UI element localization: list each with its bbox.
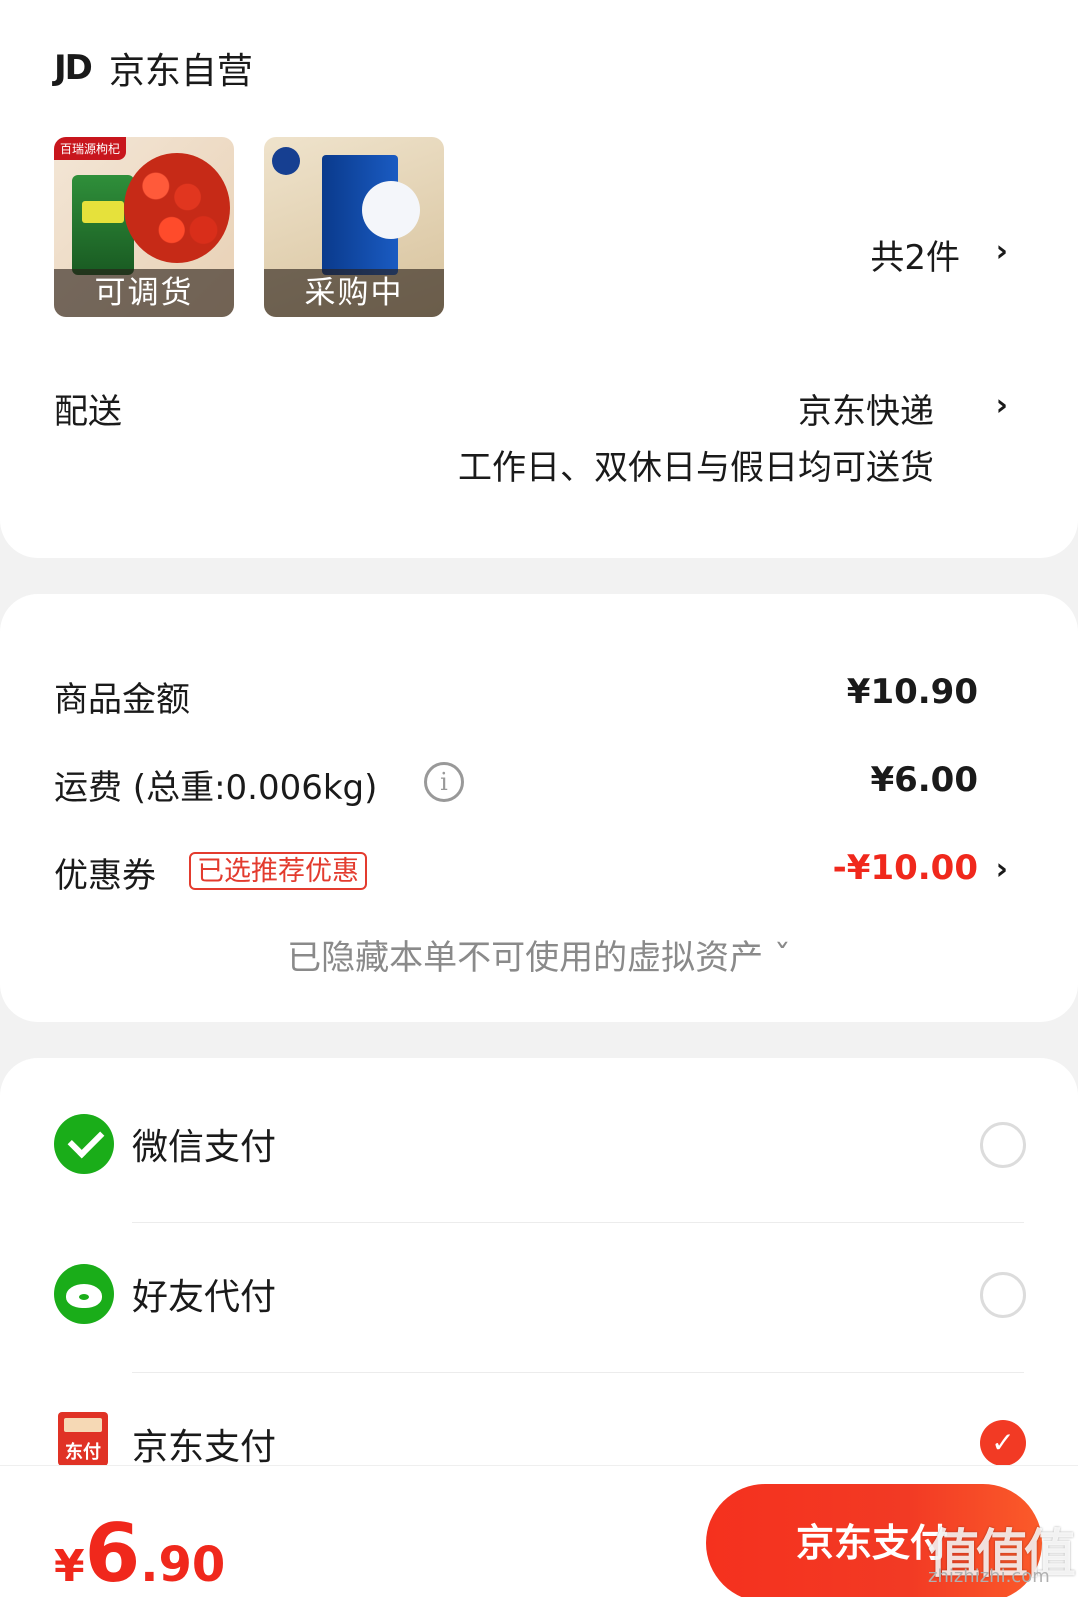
wechat-pay-icon: [54, 1114, 114, 1174]
payment-method-label[interactable]: 京东支付: [132, 1418, 276, 1470]
wechat-pay-radio[interactable]: [980, 1122, 1026, 1168]
delivery-note: 工作日、双休日与假日均可送货: [458, 448, 934, 488]
order-card: JD 京东自营 百瑞源枸杞 可调货 采购中 共2件 › 配送 京东快递 › 工作…: [0, 0, 1078, 558]
order-total: ¥ 6 .90: [54, 1514, 225, 1594]
chevron-right-icon[interactable]: ›: [996, 852, 1008, 887]
store-header[interactable]: JD 京东自营: [54, 42, 253, 94]
hidden-assets-toggle[interactable]: 已隐藏本单不可使用的虚拟资产 ˇ: [0, 930, 1078, 979]
jd-logo-icon: JD: [54, 48, 93, 88]
product-status-label: 可调货: [54, 269, 234, 317]
chevron-right-icon[interactable]: ›: [996, 388, 1008, 423]
delivery-label: 配送: [54, 392, 122, 432]
store-name: 京东自营: [108, 51, 253, 92]
total-decimal: .90: [140, 1537, 226, 1593]
goji-berries-image: [124, 153, 230, 263]
payment-method-label[interactable]: 好友代付: [132, 1268, 276, 1320]
brand-logo-icon: [272, 147, 300, 175]
lipbalm-box-image: [322, 155, 420, 275]
friend-pay-radio[interactable]: [980, 1272, 1026, 1318]
divider: [132, 1372, 1024, 1373]
goji-bag-image: [72, 175, 134, 275]
goods-amount-label: 商品金额: [54, 680, 190, 720]
product-thumbnail-lipbalm[interactable]: 采购中: [264, 137, 444, 317]
product-thumbnail-goji[interactable]: 百瑞源枸杞 可调货: [54, 137, 234, 317]
delivery-method[interactable]: 京东快递: [798, 384, 934, 433]
payment-method-label[interactable]: 微信支付: [132, 1118, 276, 1170]
jd-pay-icon: 东付: [58, 1412, 108, 1466]
jd-pay-radio-selected[interactable]: ✓: [980, 1420, 1026, 1466]
divider: [132, 1222, 1024, 1223]
product-count[interactable]: 共2件: [870, 230, 960, 279]
currency-symbol: ¥: [54, 1541, 85, 1592]
coupon-badge[interactable]: 已选推荐优惠: [189, 852, 367, 890]
shipping-fee-value: ¥6.00: [870, 760, 978, 800]
info-icon[interactable]: i: [424, 762, 464, 802]
goods-amount-value: ¥10.90: [846, 672, 978, 712]
watermark-url: zhizhizhi.com: [928, 1566, 1050, 1587]
total-integer: 6: [84, 1507, 141, 1597]
product-brand-banner: 百瑞源枸杞: [54, 137, 127, 160]
product-status-label: 采购中: [264, 269, 444, 317]
coupon-discount-value[interactable]: -¥10.00: [833, 848, 978, 888]
coupon-label: 优惠券: [54, 856, 156, 896]
shipping-fee-label: 运费 (总重:0.006kg): [54, 768, 378, 808]
friend-pay-icon: [54, 1264, 114, 1324]
chevron-right-icon[interactable]: ›: [996, 234, 1008, 269]
